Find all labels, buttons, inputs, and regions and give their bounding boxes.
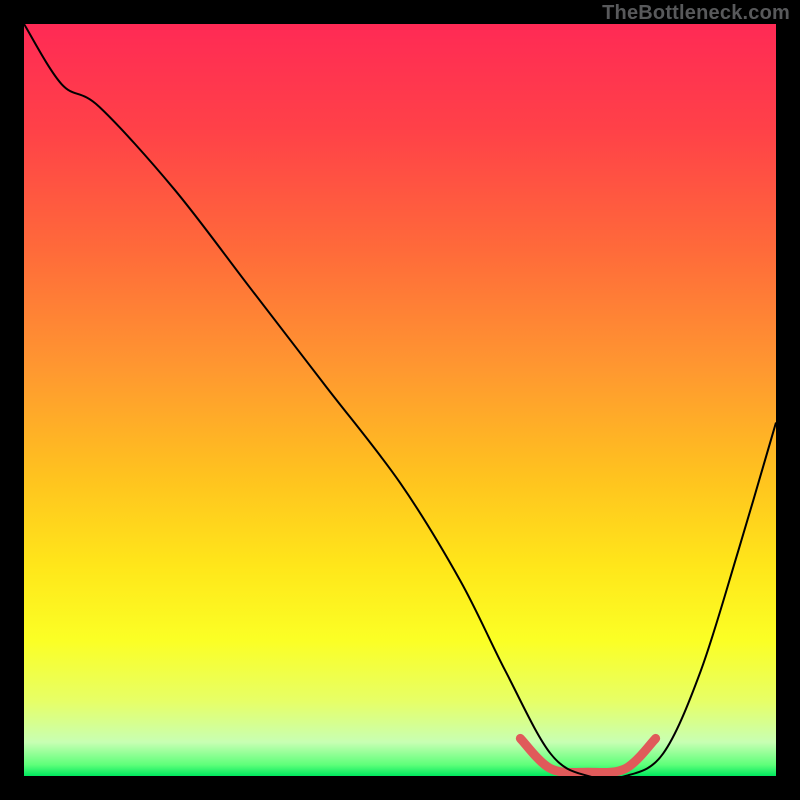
plot-area xyxy=(24,24,776,776)
chart-frame: TheBottleneck.com xyxy=(0,0,800,800)
optimal-segment xyxy=(520,738,655,772)
watermark-text: TheBottleneck.com xyxy=(602,2,790,25)
bottleneck-curve xyxy=(24,24,776,776)
curve-layer xyxy=(24,24,776,776)
